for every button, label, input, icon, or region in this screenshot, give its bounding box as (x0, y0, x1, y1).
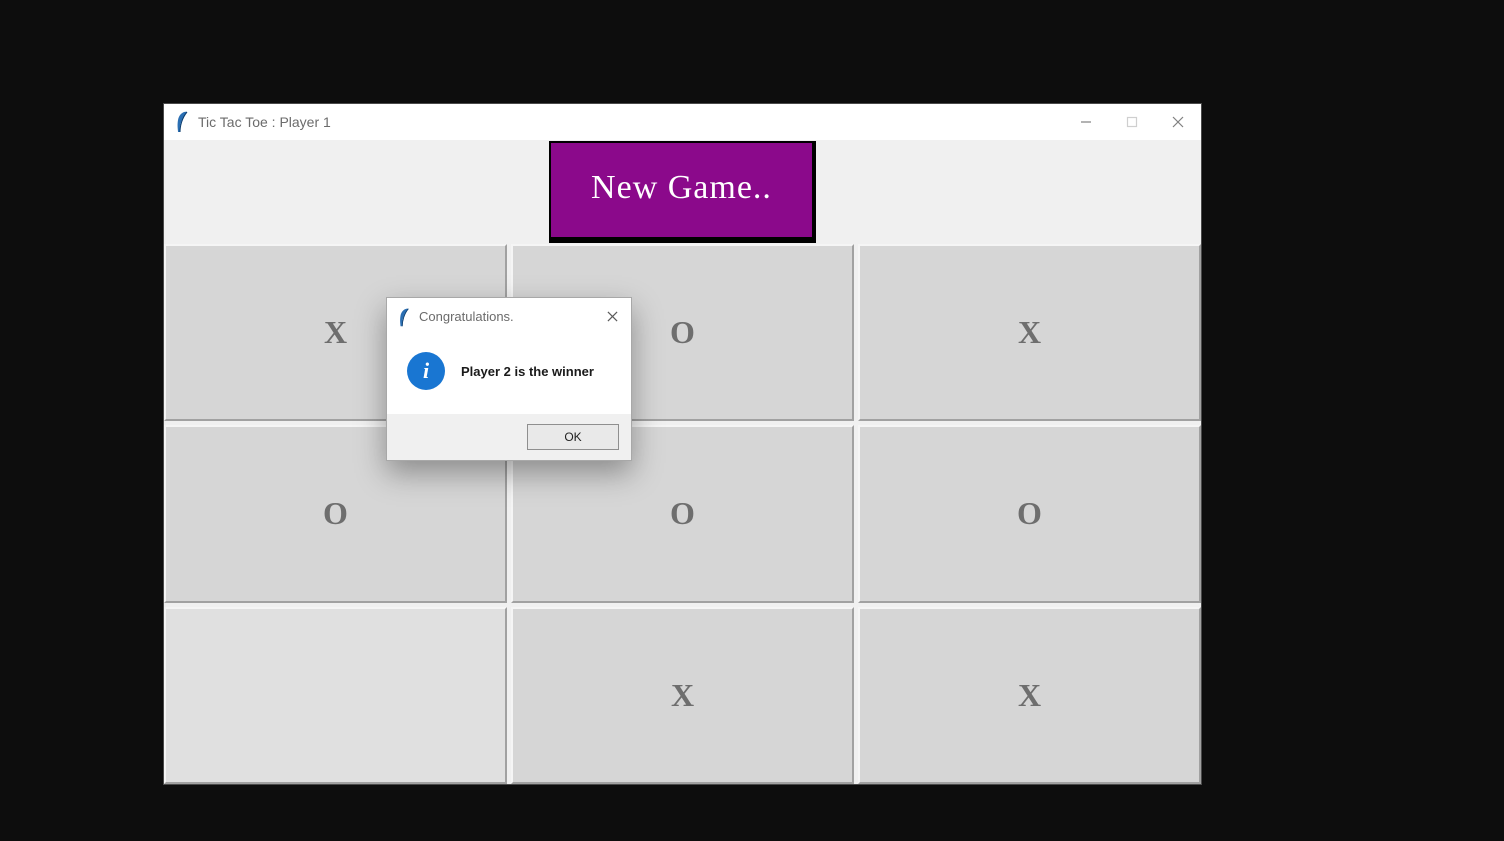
winner-dialog: Congratulations. i Player 2 is the winne… (386, 297, 632, 461)
cell-2-1[interactable]: X (511, 607, 854, 784)
window-title: Tic Tac Toe : Player 1 (198, 114, 331, 130)
close-button[interactable] (1155, 104, 1201, 140)
cell-mark: X (1018, 314, 1041, 351)
cell-mark: X (324, 314, 347, 351)
dialog-message: Player 2 is the winner (461, 364, 594, 379)
cell-mark: O (323, 495, 348, 532)
new-game-button[interactable]: New Game.. (549, 141, 816, 243)
maximize-button[interactable] (1109, 104, 1155, 140)
dialog-close-button[interactable] (593, 298, 631, 334)
cell-2-2[interactable]: X (858, 607, 1201, 784)
dialog-body: i Player 2 is the winner (387, 334, 631, 414)
info-icon: i (407, 352, 445, 390)
cell-mark: X (1018, 677, 1041, 714)
cell-mark: O (670, 314, 695, 351)
cell-1-2[interactable]: O (858, 425, 1201, 602)
dialog-titlebar: Congratulations. (387, 298, 631, 334)
game-board: X O X O O O X X (164, 244, 1201, 784)
titlebar: Tic Tac Toe : Player 1 (164, 104, 1201, 140)
tk-feather-icon (174, 111, 190, 133)
dialog-title: Congratulations. (419, 309, 514, 324)
dialog-footer: OK (387, 414, 631, 460)
tk-feather-icon (397, 307, 411, 325)
minimize-button[interactable] (1063, 104, 1109, 140)
cell-2-0[interactable] (164, 607, 507, 784)
cell-mark: O (1017, 495, 1042, 532)
cell-0-2[interactable]: X (858, 244, 1201, 421)
ok-button[interactable]: OK (527, 424, 619, 450)
cell-mark: X (671, 677, 694, 714)
cell-mark: O (670, 495, 695, 532)
game-window: Tic Tac Toe : Player 1 New Game.. X O X … (163, 103, 1202, 785)
toolbar: New Game.. (164, 140, 1201, 244)
